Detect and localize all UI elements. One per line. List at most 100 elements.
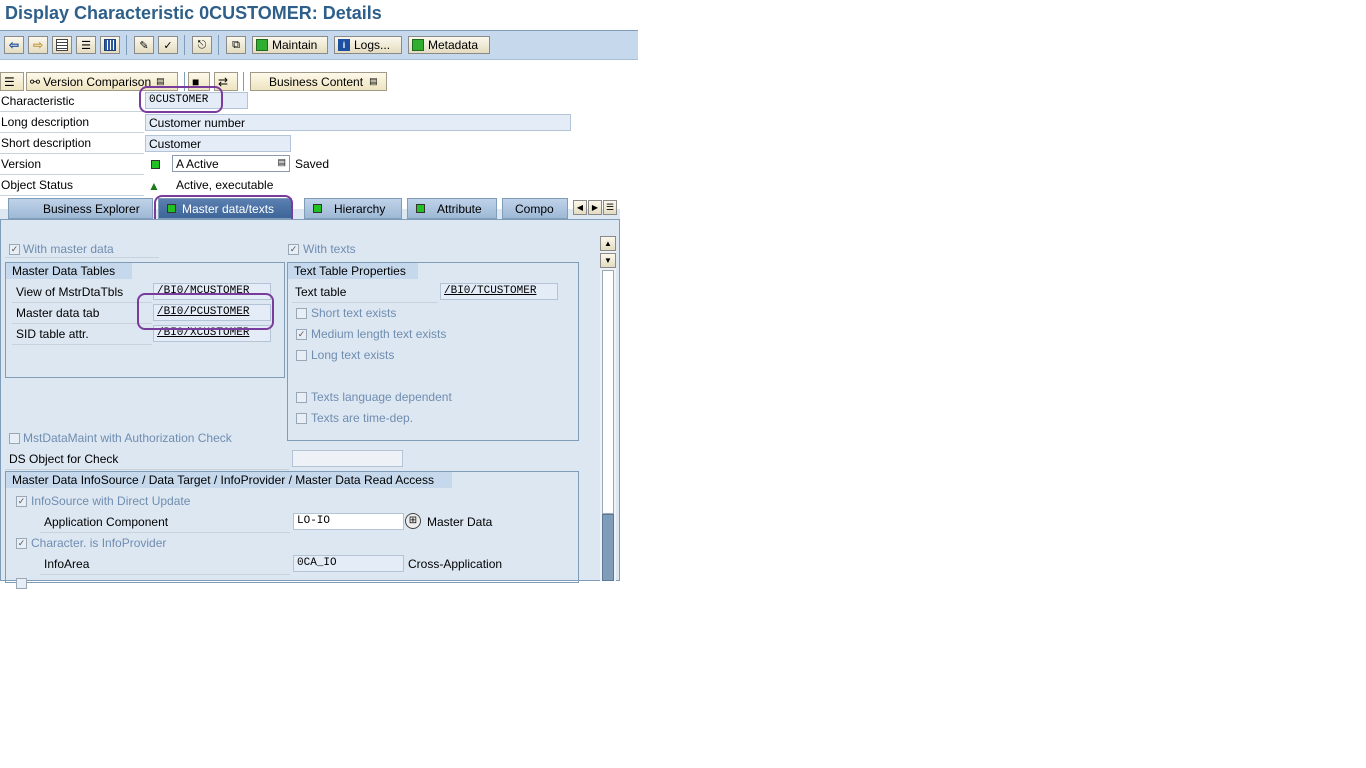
tab-strip: Business Explorer Master data/texts Hier… [0, 198, 620, 220]
list-icon [56, 39, 68, 51]
scroll-down-button[interactable]: ▼ [600, 253, 616, 268]
structure-button[interactable]: ☰ [0, 72, 24, 91]
text-table-label: Text table [295, 285, 347, 299]
executable-status-icon: ▲ [148, 179, 160, 193]
hierarchy-button[interactable]: ☰ [76, 36, 96, 54]
info-icon: i [338, 39, 350, 51]
display-button[interactable] [52, 36, 72, 54]
medium-text-label: Medium length text exists [311, 327, 447, 341]
object-status-value: Active, executable [176, 178, 274, 192]
maintain-icon [256, 39, 268, 51]
tree-icon: ☰ [81, 39, 91, 52]
version-select[interactable]: A Active ▤ [172, 155, 290, 172]
long-text-label: Long text exists [311, 348, 395, 362]
dropdown-icon: ▤ [277, 157, 286, 167]
infoarea-label: InfoArea [44, 557, 90, 571]
ds-object-field[interactable] [292, 450, 403, 467]
medium-text-checkbox[interactable]: ✓ [296, 329, 307, 340]
short-text-checkbox[interactable] [296, 308, 307, 319]
infosource-direct-update-checkbox[interactable]: ✓ [16, 496, 27, 507]
triangle-left-icon: ◀ [576, 203, 584, 212]
short-text-label: Short text exists [311, 306, 397, 320]
business-content-button[interactable]: Business Content ▤ [250, 72, 387, 91]
list-icon: ☰ [605, 202, 615, 212]
language-dependent-label: Texts language dependent [311, 390, 452, 404]
version-comparison-label: Version Comparison [43, 74, 152, 89]
copy-button[interactable]: ⧉ [226, 36, 246, 54]
search-help-icon: ⊞ [408, 515, 418, 526]
long-description-field[interactable]: Customer number [145, 114, 571, 131]
forward-button[interactable]: ⇨ [28, 36, 48, 54]
short-description-field[interactable]: Customer [145, 135, 291, 152]
application-component-description: Master Data [427, 515, 493, 529]
tab-label: Hierarchy [334, 201, 386, 216]
activate-icon: ⎋ [197, 38, 207, 51]
application-toolbar: ⇦ ⇨ ☰ ✎ ✓ ⎋ ⧉ Maintain i Logs... Metadata [0, 30, 638, 60]
group-title: Master Data InfoSource / Data Target / I… [6, 472, 452, 488]
tab-content-panel: ✓ With master data ✓ With texts Master D… [0, 219, 620, 589]
tab-compounding[interactable]: Compo [502, 198, 568, 219]
edit-button[interactable]: ✎ [134, 36, 154, 54]
table-button[interactable] [100, 36, 120, 54]
check-button[interactable]: ✓ [158, 36, 178, 54]
character-infoprovider-checkbox[interactable]: ✓ [16, 538, 27, 549]
tab-scroll-right-button[interactable]: ▶ [588, 200, 602, 215]
view-label: View of MstrDtaTbls [16, 285, 124, 299]
tab-business-explorer[interactable]: Business Explorer [8, 198, 153, 219]
tab-list-button[interactable]: ☰ [603, 200, 617, 215]
group-title: Master Data Tables [6, 263, 132, 279]
time-dependent-checkbox[interactable] [296, 413, 307, 424]
tab-attribute[interactable]: Attribute [407, 198, 497, 219]
logs-label: Logs... [354, 38, 391, 52]
tab-hierarchy[interactable]: Hierarchy [304, 198, 402, 219]
metadata-button[interactable]: Metadata [408, 36, 490, 54]
application-component-label: Application Component [44, 515, 169, 529]
vertical-scrollbar[interactable]: ▲ ▼ [600, 236, 616, 581]
time-dependent-label: Texts are time-dep. [311, 411, 414, 425]
activate-button[interactable]: ⎋ [192, 36, 212, 54]
application-component-field[interactable]: LO-IO [293, 513, 404, 530]
auth-check-checkbox[interactable] [9, 433, 20, 444]
auth-check-label: MstDataMaint with Authorization Check [23, 431, 232, 445]
document-check-icon: ✓ [163, 39, 173, 52]
business-content-label: Business Content [269, 74, 364, 89]
scroll-up-button[interactable]: ▲ [600, 236, 616, 251]
grid-icon [104, 39, 116, 51]
maintain-label: Maintain [272, 38, 318, 52]
tab-scroll-left-button[interactable]: ◀ [573, 200, 587, 215]
text-table-field[interactable]: /BI0/TCUSTOMER [440, 283, 558, 300]
search-help-button[interactable]: ⊞ [405, 513, 421, 529]
sid-table-label: SID table attr. [16, 327, 89, 341]
status-icon [313, 204, 322, 213]
with-master-data-checkbox[interactable]: ✓ [9, 244, 20, 255]
maintain-button[interactable]: Maintain [252, 36, 328, 54]
hierarchy-icon: ☰ [4, 74, 15, 89]
master-data-tab-label: Master data tab [16, 306, 100, 320]
copy-icon: ⧉ [232, 38, 240, 51]
next-checkbox[interactable] [16, 578, 27, 589]
dropdown-icon: ▤ [369, 76, 378, 86]
arrow-left-icon: ⇦ [8, 38, 20, 52]
version-select-value: A Active [176, 157, 219, 171]
metadata-label: Metadata [428, 38, 479, 52]
logs-button[interactable]: i Logs... [334, 36, 402, 54]
short-description-label: Short description [1, 136, 92, 150]
infosource-group: Master Data InfoSource / Data Target / I… [5, 471, 579, 589]
with-master-data-label: With master data [23, 242, 114, 256]
pencil-icon: ✎ [139, 39, 149, 52]
metadata-icon [412, 39, 424, 51]
infosource-direct-update-label: InfoSource with Direct Update [31, 494, 191, 508]
with-texts-checkbox[interactable]: ✓ [288, 244, 299, 255]
version-saved-text: Saved [295, 157, 330, 171]
long-text-checkbox[interactable] [296, 350, 307, 361]
character-infoprovider-label: Character. is InfoProvider [31, 536, 167, 550]
back-button[interactable]: ⇦ [4, 36, 24, 54]
arrow-right-icon: ⇨ [32, 38, 44, 52]
group-title: Text Table Properties [288, 263, 418, 279]
scroll-track [602, 270, 614, 514]
version-label: Version [1, 157, 42, 171]
language-dependent-checkbox[interactable] [296, 392, 307, 403]
tab-label: Business Explorer [43, 201, 140, 216]
infoarea-field[interactable]: 0CA_IO [293, 555, 404, 572]
scroll-thumb[interactable] [602, 514, 614, 581]
